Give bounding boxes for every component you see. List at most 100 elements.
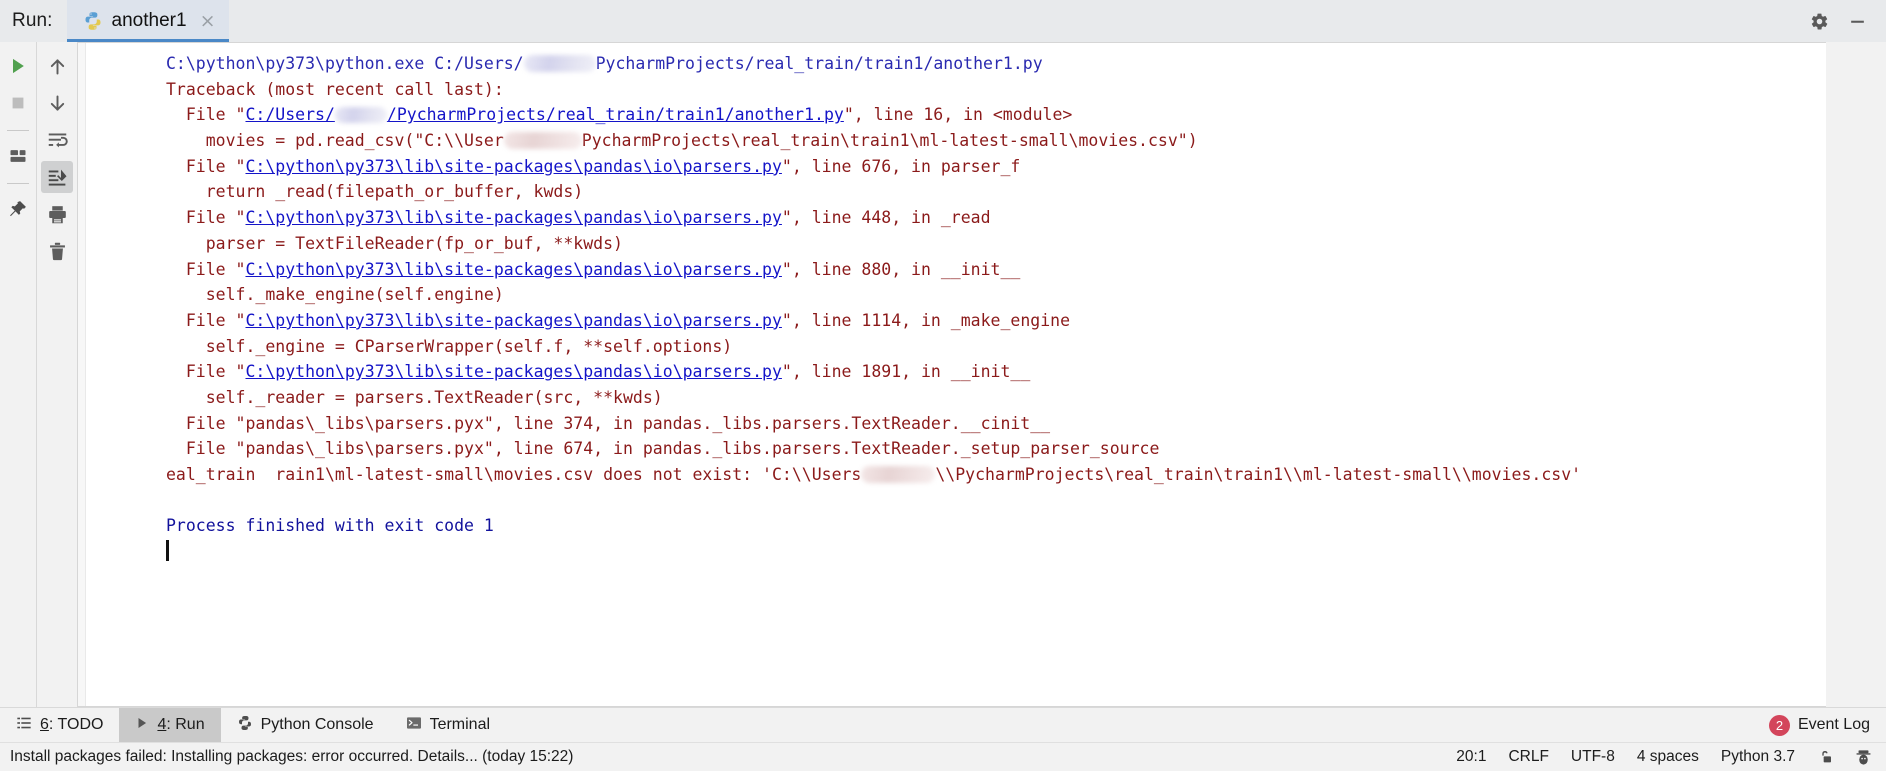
python-logo-icon bbox=[237, 715, 253, 736]
console-file-link[interactable]: C:\python\py373\lib\site-packages\pandas… bbox=[245, 362, 781, 381]
event-log-badge: 2 bbox=[1768, 714, 1790, 736]
file-encoding[interactable]: UTF-8 bbox=[1571, 748, 1615, 766]
console-vertical-scrollbar[interactable] bbox=[1812, 43, 1826, 706]
run-tab-strip: another1 × bbox=[66, 0, 230, 42]
console-text: ", line 1114, in _make_engine bbox=[781, 310, 1071, 330]
console-text: eal_train rain1\ml-latest-small\movies.c… bbox=[166, 465, 862, 484]
tool-window-run-label: : Run bbox=[166, 716, 205, 733]
console-line-frame-4-source: self._make_engine(self.engine) bbox=[78, 282, 1826, 308]
unlocked-padlock-icon[interactable] bbox=[1817, 749, 1833, 765]
console-text: movies = pd.read_csv("C:\\User bbox=[166, 131, 504, 151]
caret-position[interactable]: 20:1 bbox=[1456, 748, 1486, 766]
console-file-link[interactable]: C:\python\py373\lib\site-packages\pandas… bbox=[245, 260, 781, 279]
header-spacer bbox=[229, 0, 1808, 42]
pycharm-run-tool-window: Run: another1 × C:\python\py373\python.e… bbox=[0, 0, 1886, 771]
status-bar-widgets: 20:1 CRLF UTF-8 4 spaces Python 3.7 bbox=[1456, 748, 1886, 766]
toolbar-separator bbox=[7, 130, 29, 131]
run-tab-label: another1 bbox=[111, 10, 187, 31]
toolbar-separator-2 bbox=[7, 183, 29, 184]
console-text: Traceback (most recent call last): bbox=[166, 79, 504, 99]
console-text: File " bbox=[166, 362, 246, 382]
tool-window-python-console[interactable]: Python Console bbox=[221, 708, 390, 742]
down-the-stack-button[interactable] bbox=[41, 87, 73, 119]
python-interpreter[interactable]: Python 3.7 bbox=[1721, 748, 1795, 766]
tool-window-run[interactable]: 4: Run bbox=[119, 708, 221, 742]
console-line-error-message: eal_train rain1\ml-latest-small\movies.c… bbox=[78, 462, 1826, 488]
tool-window-python-console-label: Python Console bbox=[260, 716, 374, 733]
console-text: Process finished with exit code 1 bbox=[166, 516, 494, 536]
console-file-link[interactable]: C:\python\py373\lib\site-packages\pandas… bbox=[245, 311, 781, 330]
print-button[interactable] bbox=[41, 198, 73, 230]
console-line-process-finished: Process finished with exit code 1 bbox=[78, 513, 1826, 539]
run-tool-window-body: C:\python\py373\python.exe C:/Users/Pych… bbox=[0, 42, 1886, 707]
console-line-cmd: C:\python\py373\python.exe C:/Users/Pych… bbox=[78, 51, 1826, 77]
console-file-link[interactable]: C:\python\py373\lib\site-packages\pandas… bbox=[245, 208, 781, 227]
console-text: File " bbox=[166, 259, 246, 279]
up-the-stack-button[interactable] bbox=[41, 50, 73, 82]
run-tool-window-header: Run: another1 × bbox=[0, 0, 1886, 42]
close-icon[interactable]: × bbox=[200, 11, 216, 31]
line-separator[interactable]: CRLF bbox=[1508, 748, 1548, 766]
gear-icon[interactable] bbox=[1808, 10, 1830, 32]
rerun-button[interactable] bbox=[2, 50, 34, 82]
console-text: ", line 448, in _read bbox=[781, 208, 991, 228]
console-line-frame-4: File "C:\python\py373\lib\site-packages\… bbox=[78, 257, 1826, 283]
console-text: self._reader = parsers.TextReader(src, *… bbox=[166, 387, 663, 407]
console-line-frame-6-source: self._reader = parsers.TextReader(src, *… bbox=[78, 385, 1826, 411]
todo-list-icon bbox=[16, 715, 32, 736]
tool-window-run-number: 4 bbox=[157, 716, 167, 733]
console-text: PycharmProjects\real_train\train1\ml-lat… bbox=[581, 131, 1198, 151]
console-file-link[interactable]: C:/Users/ bbox=[245, 105, 334, 124]
console-line-frame-2: File "C:\python\py373\lib\site-packages\… bbox=[78, 154, 1826, 180]
restore-layout-button[interactable] bbox=[2, 140, 34, 172]
pin-tab-button[interactable] bbox=[2, 193, 34, 225]
console-line-frame-8: File "pandas\_libs\parsers.pyx", line 67… bbox=[78, 436, 1826, 462]
play-icon bbox=[135, 716, 149, 735]
console-file-link[interactable]: /PycharmProjects/real_train/train1/anoth… bbox=[387, 105, 844, 124]
console-line-frame-3-source: parser = TextFileReader(fp_or_buf, **kwd… bbox=[78, 231, 1826, 257]
status-message[interactable]: Install packages failed: Installing pack… bbox=[0, 748, 573, 766]
redacted-username bbox=[334, 107, 387, 124]
run-tab-another1[interactable]: another1 × bbox=[66, 0, 230, 42]
console-text: File " bbox=[166, 105, 246, 125]
console-line-caret-line bbox=[78, 539, 1826, 565]
soft-wrap-button[interactable] bbox=[41, 124, 73, 156]
redacted-username bbox=[861, 466, 936, 483]
console-line-frame-6: File "C:\python\py373\lib\site-packages\… bbox=[78, 359, 1826, 385]
minimize-icon[interactable] bbox=[1846, 10, 1868, 32]
indent-setting[interactable]: 4 spaces bbox=[1637, 748, 1699, 766]
console-text: self._engine = CParserWrapper(self.f, **… bbox=[166, 336, 733, 356]
tool-window-todo[interactable]: 6: TODO bbox=[0, 708, 119, 742]
console-line-traceback-header: Traceback (most recent call last): bbox=[78, 77, 1826, 103]
redacted-username bbox=[523, 55, 596, 72]
trash-icon[interactable] bbox=[41, 235, 73, 267]
console-line-frame-5: File "C:\python\py373\lib\site-packages\… bbox=[78, 308, 1826, 334]
console-caret bbox=[166, 540, 169, 562]
scroll-to-end-button[interactable] bbox=[41, 161, 73, 193]
python-logo-icon bbox=[83, 11, 103, 31]
stop-button[interactable] bbox=[2, 87, 34, 119]
terminal-icon bbox=[406, 715, 422, 736]
event-log-label: Event Log bbox=[1797, 716, 1870, 733]
console-text: ", line 1891, in __init__ bbox=[781, 362, 1031, 382]
console-actions-toolbar bbox=[36, 42, 77, 707]
console-line-frame-1-source: movies = pd.read_csv("C:\\User PycharmPro… bbox=[78, 128, 1826, 154]
console-text: PycharmProjects/real_train/train1/anothe… bbox=[595, 54, 1043, 73]
console-file-link[interactable]: C:\python\py373\lib\site-packages\pandas… bbox=[245, 157, 781, 176]
redacted-username bbox=[503, 132, 582, 150]
console-text: File " bbox=[166, 208, 246, 228]
run-actions-toolbar bbox=[0, 42, 36, 707]
event-log-button[interactable]: 2 Event Log bbox=[1768, 708, 1886, 742]
console-panel: C:\python\py373\python.exe C:/Users/Pych… bbox=[77, 42, 1826, 707]
console-line-blank-1 bbox=[78, 488, 1826, 514]
tool-window-terminal[interactable]: Terminal bbox=[390, 708, 506, 742]
console-text: self._make_engine(self.engine) bbox=[166, 285, 504, 305]
console-text: ", line 880, in __init__ bbox=[781, 259, 1021, 279]
console-line-frame-1: File "C:/Users/ /PycharmProjects/real_tra… bbox=[78, 102, 1826, 128]
console-text: ", line 16, in <module> bbox=[843, 105, 1073, 125]
tool-window-todo-number: 6 bbox=[40, 716, 49, 733]
hector-inspector-icon[interactable] bbox=[1855, 749, 1872, 766]
tool-window-terminal-label: Terminal bbox=[429, 716, 491, 733]
header-actions bbox=[1808, 0, 1886, 42]
console-output[interactable]: C:\python\py373\python.exe C:/Users/Pych… bbox=[78, 43, 1826, 706]
